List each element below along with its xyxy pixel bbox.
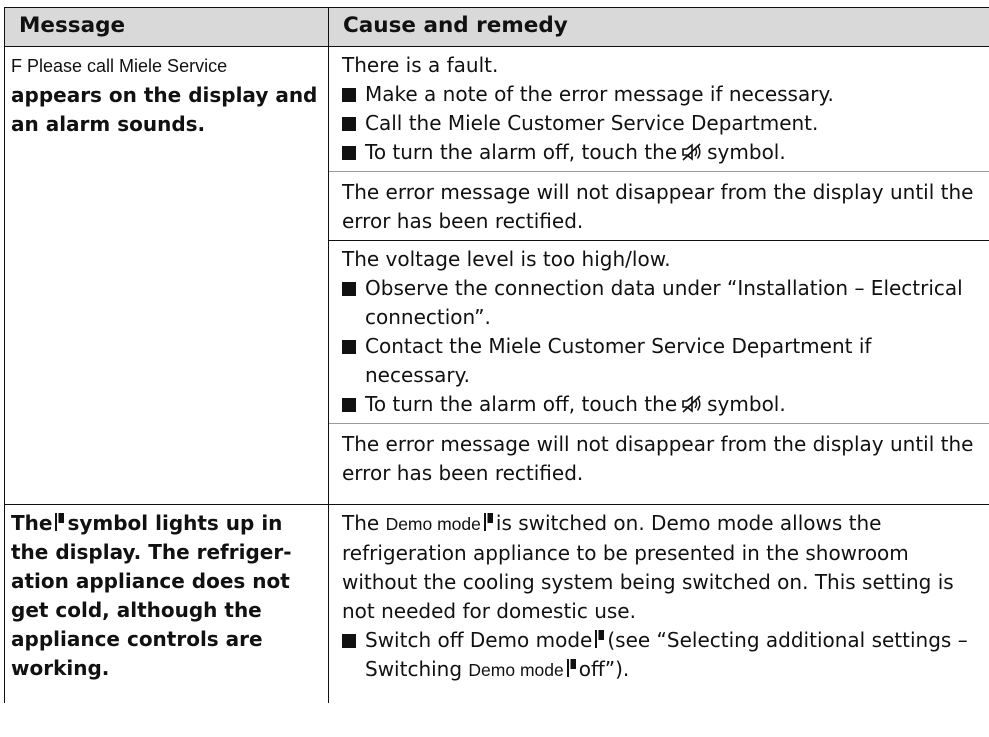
troubleshooting-table: Message Cause and remedy F Please call M… (4, 7, 989, 703)
list-item: To turn the alarm off, touch the symbol. (342, 390, 976, 419)
bullet-square-icon (342, 117, 356, 131)
cause-intro: There is a fault. (342, 53, 499, 77)
list-item: Observe the connection data under “Insta… (342, 274, 976, 332)
demo-mode-label: Demo mode (385, 514, 481, 534)
list-item: Call the Miele Customer Service Departme… (342, 109, 976, 138)
header-cause-remedy: Cause and remedy (328, 7, 989, 47)
table-header-row: Message Cause and remedy (4, 7, 989, 47)
cause-intro: The voltage level is too high/low. (342, 247, 671, 271)
list-item: Contact the Miele Customer Service Depar… (342, 332, 976, 390)
demo-mode-icon (55, 513, 65, 531)
cause-block-voltage: The voltage level is too high/low. Obser… (329, 240, 989, 423)
header-message: Message (4, 7, 329, 47)
demo-mode-icon (483, 513, 493, 531)
bullet-square-icon (342, 88, 356, 102)
demo-mode-icon (595, 630, 605, 648)
list-item: Switch off Demo mode (see “Selecting addi… (342, 626, 976, 685)
cause-block-fault: There is a fault. Make a note of the err… (329, 47, 989, 171)
cause-text: The Demo mode is switched on. Demo mode a… (342, 511, 954, 623)
bullet-square-icon (342, 282, 356, 296)
bullet-square-icon (342, 398, 356, 412)
bullet-square-icon (342, 634, 356, 648)
bullet-square-icon (342, 340, 356, 354)
alarm-mute-icon (682, 143, 701, 161)
message-code: F Please call Miele Service (11, 56, 228, 76)
cause-block-demo: The Demo mode is switched on. Demo mode a… (329, 505, 989, 689)
cause-cell: There is a fault. Make a note of the err… (328, 46, 989, 505)
table-row: F Please call Miele Service appears on t… (4, 46, 989, 505)
table-row: The symbol lights up in the display. The … (4, 504, 989, 703)
message-cell: The symbol lights up in the display. The … (4, 504, 329, 703)
list-item: Make a note of the error message if nece… (342, 80, 976, 109)
bullet-square-icon (342, 146, 356, 160)
cause-note: The error message will not disappear fro… (329, 423, 989, 492)
list-item: To turn the alarm off, touch the symbol. (342, 138, 976, 167)
demo-mode-icon (566, 659, 576, 677)
message-cell: F Please call Miele Service appears on t… (4, 46, 329, 505)
message-text: appears on the display and an alarm soun… (11, 83, 318, 136)
cause-note: The error message will not disappear fro… (329, 171, 989, 240)
cause-cell: The Demo mode is switched on. Demo mode a… (328, 504, 989, 703)
alarm-mute-icon (682, 395, 701, 413)
troubleshooting-page: Message Cause and remedy F Please call M… (0, 0, 989, 737)
demo-mode-label: Demo mode (468, 660, 564, 680)
